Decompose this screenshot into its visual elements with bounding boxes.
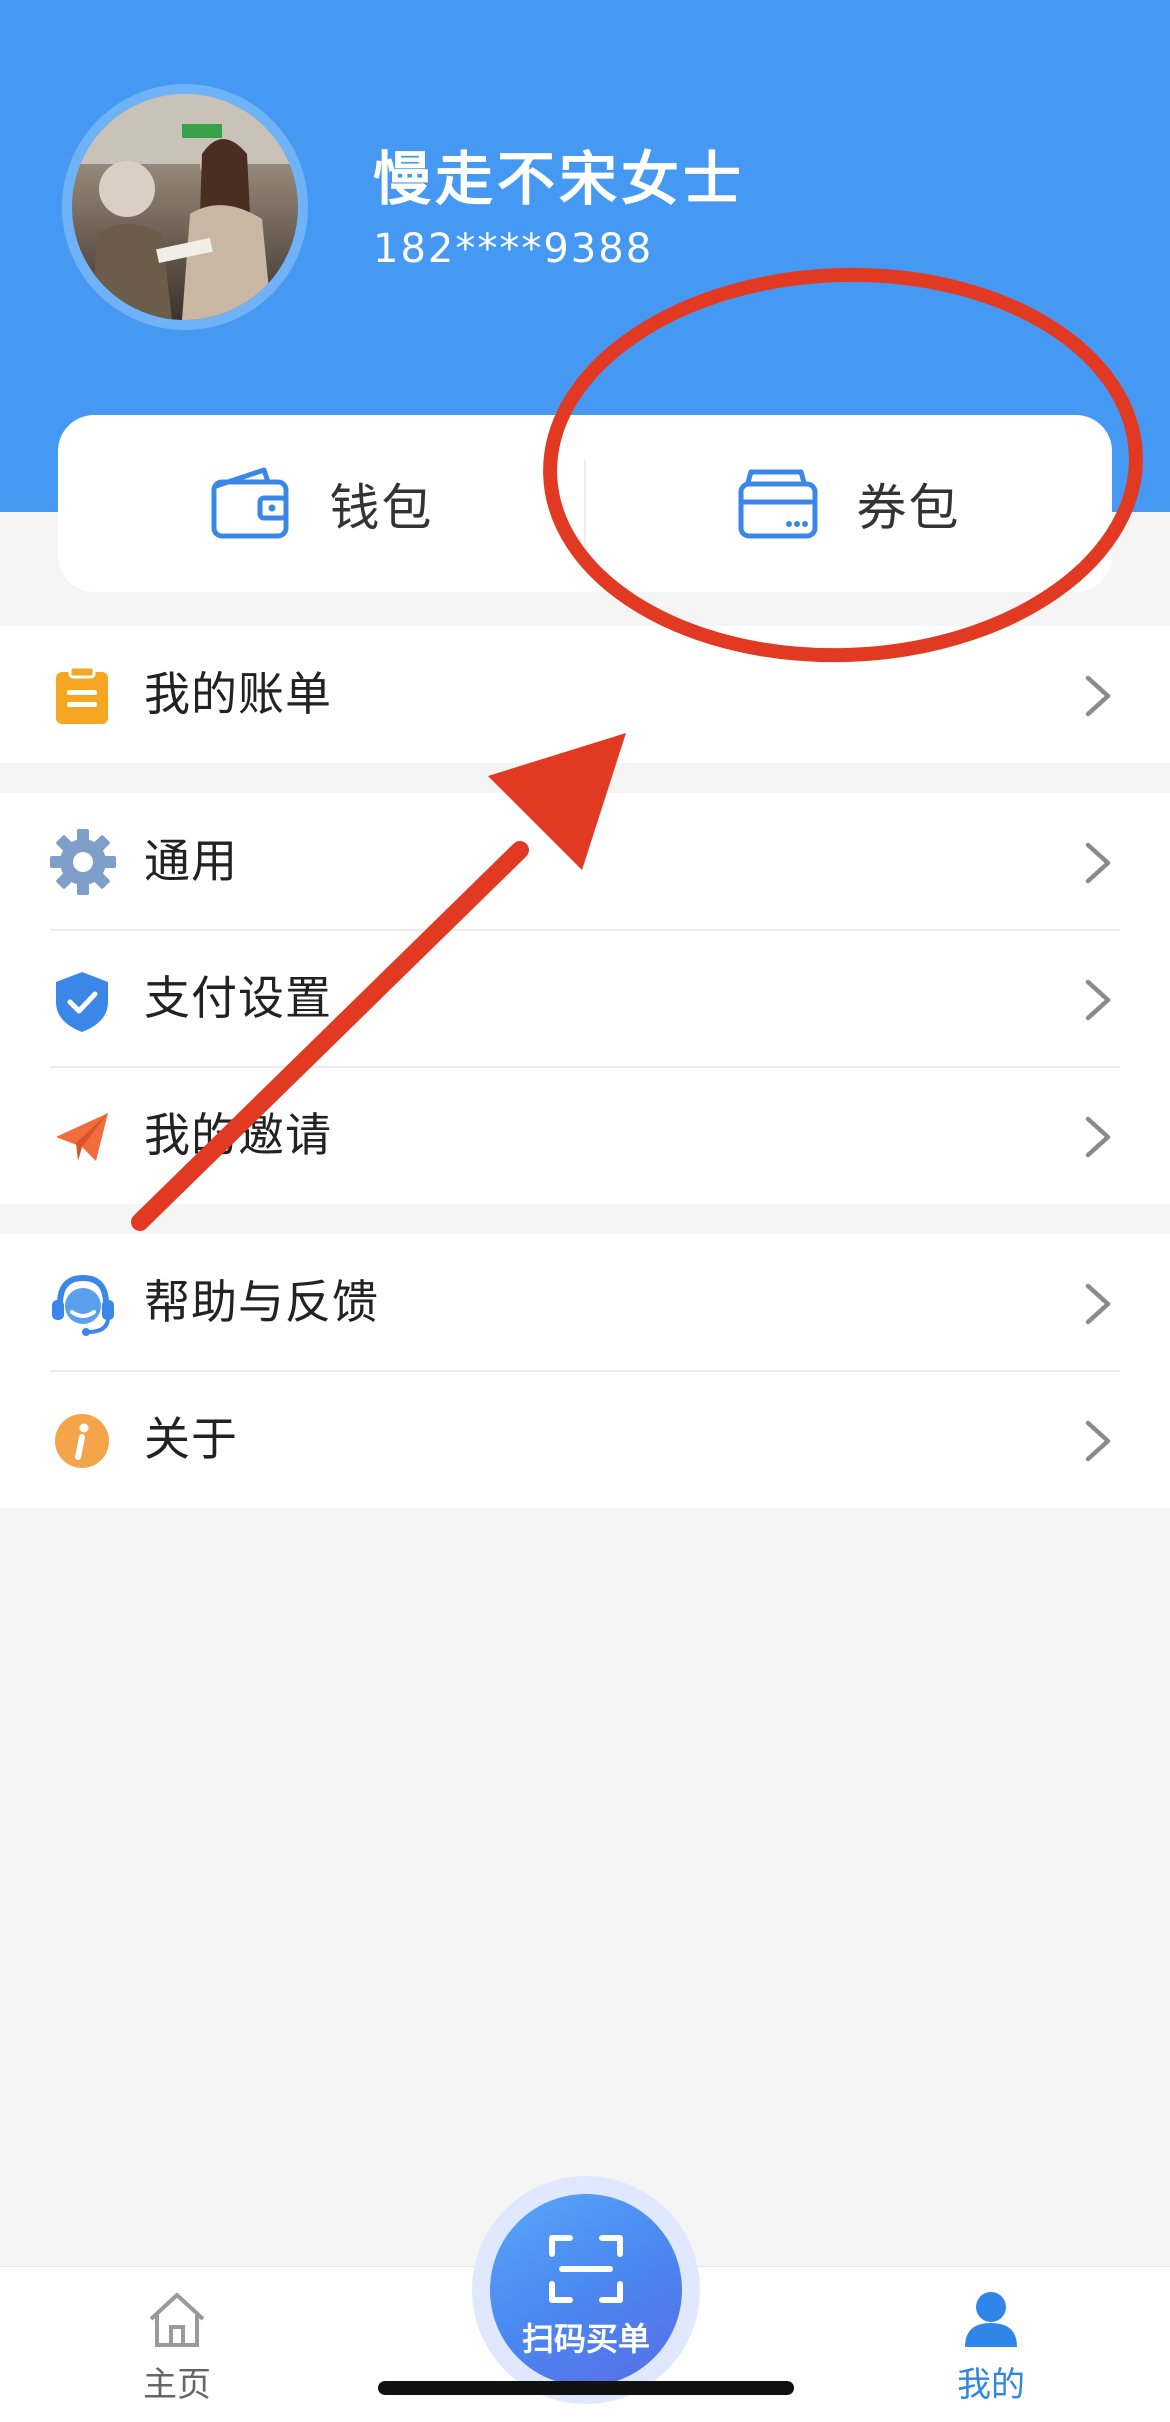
menu-group-help: 帮助与反馈 关于 xyxy=(0,1234,1170,1508)
menu-item-invitations[interactable]: 我的邀请 xyxy=(0,1067,1170,1204)
tab-mine[interactable]: 我的 xyxy=(891,2267,1091,2422)
chevron-right-icon xyxy=(1078,1115,1118,1159)
chevron-right-icon xyxy=(1078,674,1118,718)
menu-item-help-feedback[interactable]: 帮助与反馈 xyxy=(0,1234,1170,1371)
chevron-right-icon xyxy=(1078,1282,1118,1326)
chevron-right-icon xyxy=(1078,841,1118,885)
profile-name: 慢走不宋女士 xyxy=(373,145,746,213)
home-icon xyxy=(147,2291,207,2353)
tab-home-label: 主页 xyxy=(143,2365,211,2405)
menu-label: 通用 xyxy=(144,834,238,888)
wallet-icon xyxy=(210,464,292,544)
wallet-label: 钱包 xyxy=(329,478,434,537)
chevron-right-icon xyxy=(1078,1419,1118,1463)
scan-pay-button[interactable]: 扫码买单 xyxy=(472,2176,700,2404)
menu-label: 帮助与反馈 xyxy=(144,1275,379,1329)
headset-icon xyxy=(48,1268,118,1338)
gear-icon xyxy=(48,827,118,897)
wallet-button[interactable]: 钱包 xyxy=(58,415,585,592)
avatar-photo xyxy=(72,94,298,320)
tab-mine-label: 我的 xyxy=(957,2365,1025,2405)
user-icon xyxy=(963,2289,1019,2353)
menu-item-about[interactable]: 关于 xyxy=(0,1371,1170,1508)
scan-icon xyxy=(548,2234,624,2308)
info-icon xyxy=(52,1411,112,1471)
tab-home[interactable]: 主页 xyxy=(77,2267,277,2422)
menu-label: 我的邀请 xyxy=(144,1108,332,1162)
menu-item-payment-settings[interactable]: 支付设置 xyxy=(0,930,1170,1067)
bill-icon xyxy=(52,665,112,726)
menu-group-bills: 我的账单 xyxy=(0,626,1170,763)
menu-label: 关于 xyxy=(144,1412,238,1466)
menu-label: 我的账单 xyxy=(144,667,332,721)
home-indicator xyxy=(378,2381,794,2395)
menu-label: 支付设置 xyxy=(144,971,332,1025)
coupon-icon xyxy=(737,464,819,544)
wallet-card: 钱包 券包 xyxy=(58,415,1112,592)
scan-pay-label: 扫码买单 xyxy=(521,2320,650,2358)
paper-plane-icon xyxy=(52,1107,112,1167)
profile-phone: 182****9388 xyxy=(373,226,654,272)
chevron-right-icon xyxy=(1078,978,1118,1022)
coupon-label: 券包 xyxy=(856,478,961,537)
avatar[interactable] xyxy=(62,84,308,330)
menu-item-general[interactable]: 通用 xyxy=(0,793,1170,930)
menu-item-bills[interactable]: 我的账单 xyxy=(0,626,1170,763)
menu-group-settings: 通用 支付设置 我的邀请 xyxy=(0,793,1170,1204)
scan-pay-circle: 扫码买单 xyxy=(490,2194,682,2386)
coupon-wallet-button[interactable]: 券包 xyxy=(585,415,1112,592)
shield-check-icon xyxy=(52,970,112,1032)
